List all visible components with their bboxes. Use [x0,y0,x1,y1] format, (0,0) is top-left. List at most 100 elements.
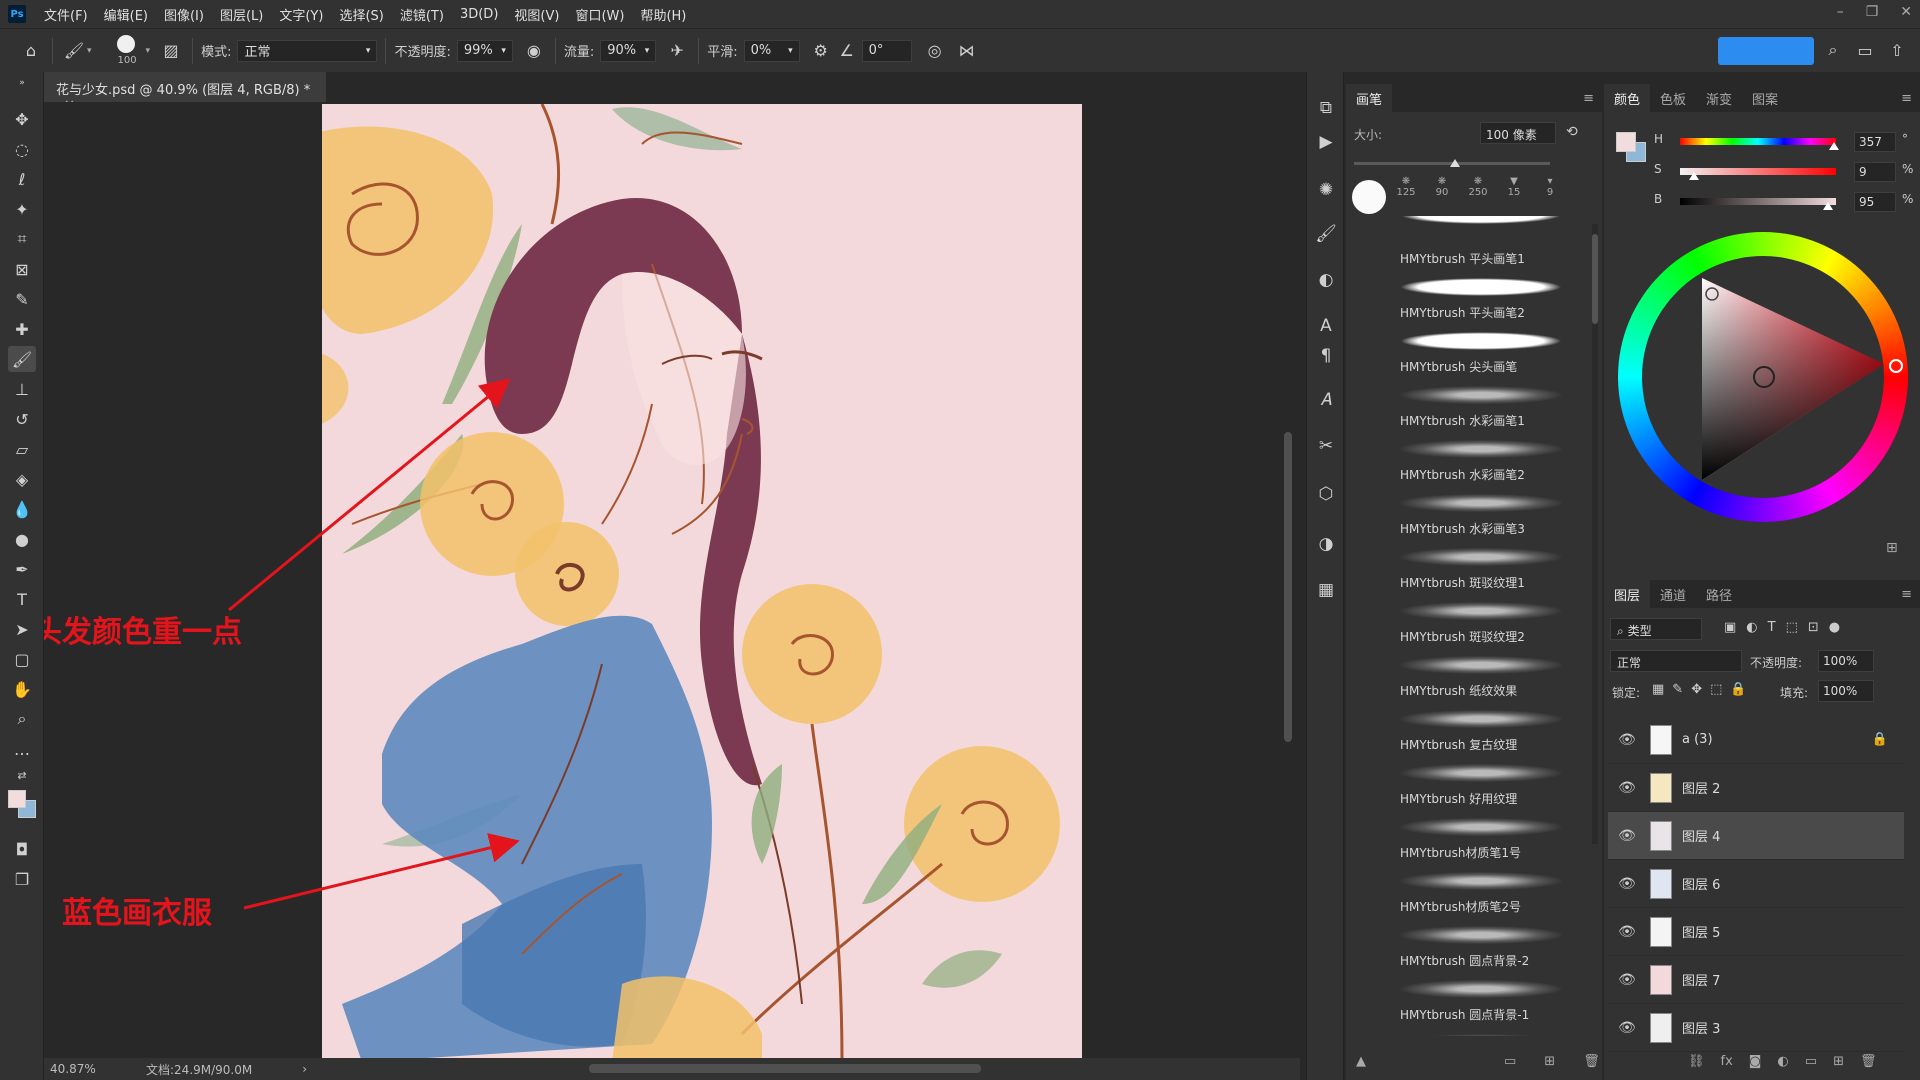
scrollbar-thumb[interactable] [1592,234,1598,324]
lasso-tool-icon[interactable]: ℓ [8,166,36,192]
collapse-toolbar-icon[interactable]: » [8,78,36,88]
brush-item[interactable]: HMYtbrush 水彩画笔3 [1394,486,1574,540]
eye-icon[interactable]: 👁 [1616,924,1638,940]
brush-list-scrollbar[interactable] [1592,224,1598,844]
eraser-tool-icon[interactable]: ▱ [8,436,36,462]
layer-thumbnail[interactable] [1650,964,1672,995]
brightness-value[interactable]: 95 [1854,192,1896,212]
recent-brush[interactable]: ▾ 9 [1538,176,1562,198]
restore-icon[interactable]: ❐ [1866,4,1879,20]
eye-icon[interactable]: 👁 [1616,780,1638,796]
eyedropper-tool-icon[interactable]: ✎ [8,286,36,312]
panel-menu-icon[interactable]: ≡ [1583,91,1594,106]
brush-item[interactable]: HMYtbrush 好用纹理 [1394,756,1574,810]
chevron-right-icon[interactable]: › [302,1062,307,1076]
document-tab[interactable]: 花与少女.psd @ 40.9% (图层 4, RGB/8) * ✕ [44,72,326,113]
zoom-level[interactable]: 40.87% [50,1062,146,1076]
tab-color[interactable]: 颜色 [1604,84,1651,112]
chevron-down-icon[interactable]: ▾ [87,46,92,56]
menu-view[interactable]: 视图(V) [506,5,567,24]
hue-slider[interactable] [1680,138,1840,150]
glyphs-icon[interactable]: 𝐴 [1314,388,1338,412]
eye-icon[interactable]: 👁 [1616,1020,1638,1036]
pressure-size-icon[interactable]: ◎ [922,38,948,64]
airbrush-icon[interactable]: ✈ [664,38,690,64]
lock-position-icon[interactable]: ✥ [1691,682,1702,697]
layer-row[interactable]: 👁 图层 7 [1608,956,1904,1004]
brush-tool-preset-icon[interactable]: 🖌 [61,38,87,64]
hand-tool-icon[interactable]: ✋ [8,676,36,702]
brush-settings-toggle-icon[interactable]: ▨ [158,38,184,64]
saturation-value[interactable]: 9 [1854,162,1896,182]
hue-ring-marker[interactable] [1889,359,1903,373]
brush-size-mini-slider-icon[interactable]: ▲ [1356,1054,1366,1069]
eye-icon[interactable]: 👁 [1616,876,1638,892]
menu-window[interactable]: 窗口(W) [567,5,632,24]
tab-patterns[interactable]: 图案 [1742,84,1788,112]
gear-icon[interactable]: ⚙ [808,38,834,64]
color-wheel[interactable] [1618,232,1908,522]
lock-all-icon[interactable]: 🔒 [1730,682,1746,697]
layer-thumbnail[interactable] [1650,868,1672,899]
panel-menu-icon[interactable]: ≡ [1901,91,1912,106]
pen-tool-icon[interactable]: ✒ [8,556,36,582]
tab-brushes[interactable]: 画笔 [1346,84,1393,112]
brightness-slider[interactable] [1680,198,1836,210]
marquee-tool-icon[interactable]: ◌ [8,136,36,162]
new-adjustment-icon[interactable]: ◐ [1777,1054,1788,1069]
brush-panel-icon[interactable]: 🖌 [1314,222,1338,246]
shape-filter-icon[interactable]: ⬚ [1786,620,1798,635]
size-slider-handle[interactable] [1450,159,1460,167]
brightness-slider-handle[interactable] [1823,202,1834,210]
share-button[interactable] [1718,37,1814,65]
layer-thumbnail[interactable] [1650,1012,1672,1043]
zoom-tool-icon[interactable]: ⌕ [8,706,36,732]
angle-field[interactable]: 0° [861,39,912,62]
layer-name[interactable]: 图层 5 [1682,922,1720,941]
layer-row[interactable]: 👁 a (3) 🔒 [1608,716,1904,764]
paragraph-icon[interactable]: ¶ [1314,344,1338,368]
add-mask-icon[interactable]: ◙ [1749,1054,1762,1069]
layer-opacity-field[interactable]: 100% [1818,650,1874,672]
lock-pixels-icon[interactable]: ✎ [1672,682,1683,697]
layer-name[interactable]: 图层 6 [1682,874,1720,893]
healing-brush-tool-icon[interactable]: ✚ [8,316,36,342]
layer-row[interactable]: 👁 图层 3 [1608,1004,1904,1052]
fill-field[interactable]: 100% [1818,680,1874,702]
pixel-filter-icon[interactable]: ▣ [1724,620,1736,635]
brush-reset-icon[interactable]: ⟲ [1566,124,1586,144]
horizontal-scrollbar-thumb[interactable] [589,1064,981,1073]
trash-icon[interactable]: 🗑 [1860,1054,1877,1069]
dodge-tool-icon[interactable]: ● [8,526,36,552]
history-icon[interactable]: ⧉ [1314,96,1338,120]
brush-item[interactable]: HMYtbrush 平头画笔1 [1394,216,1574,270]
tab-gradients[interactable]: 渐变 [1696,84,1742,112]
search-icon[interactable]: ⌕ [1820,37,1846,63]
eye-icon[interactable]: 👁 [1616,732,1638,748]
menu-filter[interactable]: 滤镜(T) [392,5,452,24]
foreground-color-swatch[interactable] [8,790,26,808]
brush-item[interactable]: HMYtbrush 水彩画笔2 [1394,432,1574,486]
adjustments-icon[interactable]: ◑ [1314,532,1338,556]
screen-mode-icon[interactable]: ❐ [8,866,36,892]
layer-thumbnail[interactable] [1650,820,1672,851]
brush-item[interactable]: HMYtbrush 斑驳纹理1 [1394,540,1574,594]
panel-menu-icon[interactable]: ≡ [1901,587,1912,602]
tab-layers[interactable]: 图层 [1604,580,1651,608]
tab-paths[interactable]: 路径 [1696,580,1742,608]
layer-row[interactable]: 👁 图层 4 [1608,812,1904,860]
smart-object-filter-icon[interactable]: ⊡ [1808,620,1819,635]
brush-settings-icon[interactable]: ✺ [1314,178,1338,202]
color-swatches[interactable] [8,788,38,820]
more-tools-icon[interactable]: … [8,736,36,762]
opacity-field[interactable]: 99% ▾ [456,39,513,62]
menu-help[interactable]: 帮助(H) [632,5,694,24]
brush-item[interactable]: HMYtbrush材质笔2号 [1394,864,1574,918]
brush-item[interactable]: HMYtbrush 圆点背景-2 [1394,918,1574,972]
scrollbar-thumb[interactable] [1284,432,1292,742]
menu-edit[interactable]: 编辑(E) [96,5,156,24]
canvas-area[interactable]: 头发颜色重一点 蓝色画衣服 [44,102,1300,1058]
clone-stamp-tool-icon[interactable]: ⊥ [8,376,36,402]
layer-filter-select[interactable]: ⌕ 类型 [1610,618,1702,640]
menu-image[interactable]: 图像(I) [156,5,212,24]
